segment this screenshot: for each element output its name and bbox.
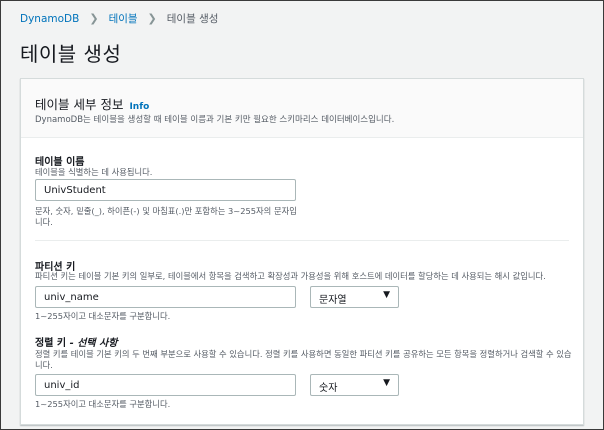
- table-name-input[interactable]: [35, 179, 296, 201]
- sort-key-constraint: 1~255자이고 대소문자를 구분합니다.: [35, 399, 171, 409]
- partition-key-input[interactable]: [35, 286, 296, 308]
- table-name-constraint-line2: 니다.: [35, 217, 53, 227]
- caret-down-icon: ▼: [383, 378, 390, 388]
- partition-key-description: 파티션 키는 테이블 기본 키의 일부로, 테이블에서 항목을 검색하고 확장성…: [35, 271, 546, 281]
- partition-key-type-select[interactable]: 문자열 ▼: [310, 286, 399, 308]
- table-name-label: 테이블 이름: [35, 157, 85, 168]
- sort-key-label-text: 정렬 키: [35, 338, 67, 349]
- breadcrumb-current: 테이블 생성: [166, 13, 219, 25]
- panel-title-text: 테이블 세부 정보: [35, 97, 124, 112]
- sort-key-description-line2: 니다.: [35, 360, 53, 370]
- info-link[interactable]: Info: [129, 102, 149, 112]
- sort-key-type-select[interactable]: 숫자 ▼: [310, 374, 399, 396]
- breadcrumb: DynamoDB ❯ 테이블 ❯ 테이블 생성: [20, 11, 218, 26]
- panel-description: DynamoDB는 테이블을 생성할 때 테이블 이름과 기본 키만 필요한 스…: [35, 115, 395, 125]
- breadcrumb-dynamodb-link[interactable]: DynamoDB: [20, 13, 79, 25]
- partition-key-constraint: 1~255자이고 대소문자를 구분합니다.: [35, 311, 171, 321]
- table-name-constraint: 문자, 숫자, 밑줄(_), 하이픈(-) 및 마침표(.)만 포함하는 3~2…: [35, 206, 297, 228]
- partition-key-type-value: 문자열: [319, 295, 347, 306]
- table-name-constraint-line1: 문자, 숫자, 밑줄(_), 하이픈(-) 및 마침표(.)만 포함하는 3~2…: [35, 206, 297, 216]
- chevron-right-icon: ❯: [89, 12, 99, 25]
- breadcrumb-tables-link[interactable]: 테이블: [109, 11, 138, 26]
- page-title: 테이블 생성: [20, 42, 122, 66]
- panel-header: 테이블 세부 정보 Info DynamoDB는 테이블을 생성할 때 테이블 이…: [21, 79, 583, 138]
- sort-key-description: 정렬 키를 테이블 기본 키의 두 번째 부분으로 사용할 수 있습니다. 정렬…: [35, 349, 572, 371]
- sort-key-label: 정렬 키 - 선택 사항: [35, 334, 118, 349]
- chevron-right-icon: ❯: [147, 12, 157, 25]
- table-details-panel: 테이블 세부 정보 Info DynamoDB는 테이블을 생성할 때 테이블 이…: [20, 78, 584, 425]
- divider: [35, 240, 569, 241]
- sort-key-description-line1: 정렬 키를 테이블 기본 키의 두 번째 부분으로 사용할 수 있습니다. 정렬…: [35, 349, 572, 359]
- sort-key-type-value: 숫자: [319, 383, 338, 394]
- sort-key-optional-text: - 선택 사항: [69, 338, 118, 349]
- panel-title: 테이블 세부 정보 Info: [35, 94, 149, 113]
- sort-key-input[interactable]: [35, 374, 296, 396]
- caret-down-icon: ▼: [383, 290, 390, 300]
- table-name-description: 테이블을 식별하는 데 사용됩니다.: [35, 167, 153, 177]
